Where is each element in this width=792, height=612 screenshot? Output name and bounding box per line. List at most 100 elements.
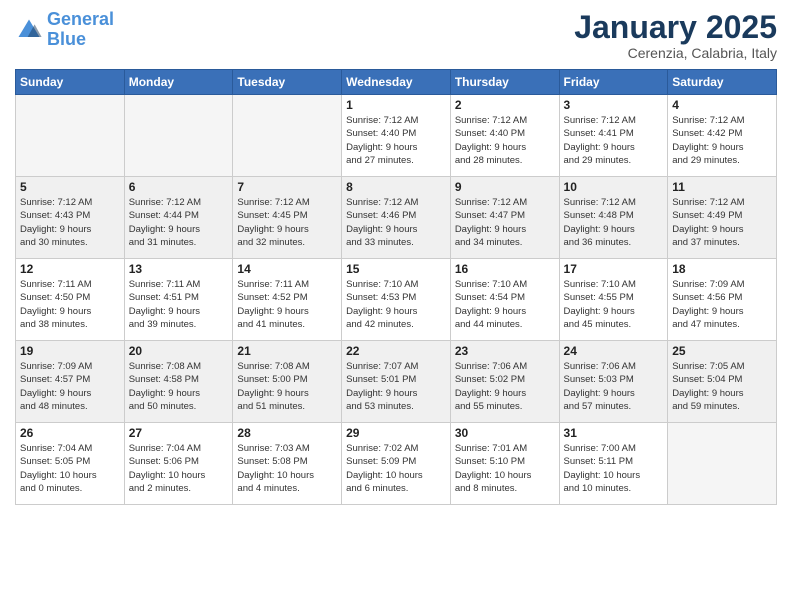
calendar-cell-w1-d3: 8 Sunrise: 7:12 AM Sunset: 4:46 PM Daylig… bbox=[342, 177, 451, 259]
logo-icon bbox=[15, 16, 43, 44]
day-info: Sunrise: 7:08 AM Sunset: 5:00 PM Dayligh… bbox=[237, 360, 337, 413]
day-info: Sunrise: 7:09 AM Sunset: 4:56 PM Dayligh… bbox=[672, 278, 772, 331]
calendar-cell-w4-d5: 31 Sunrise: 7:00 AM Sunset: 5:11 PM Dayli… bbox=[559, 423, 668, 505]
day-info: Sunrise: 7:11 AM Sunset: 4:51 PM Dayligh… bbox=[129, 278, 229, 331]
calendar-cell-w2-d0: 12Sunrise: 7:11 AM Sunset: 4:50 PM Dayli… bbox=[16, 259, 125, 341]
day-info: Sunrise: 7:12 AM Sunset: 4:44 PM Dayligh… bbox=[129, 196, 229, 249]
logo-text: General Blue bbox=[47, 10, 114, 50]
calendar-cell-w3-d4: 23Sunrise: 7:06 AM Sunset: 5:02 PM Dayli… bbox=[450, 341, 559, 423]
header-thursday: Thursday bbox=[450, 70, 559, 95]
calendar-cell-w0-d1 bbox=[124, 95, 233, 177]
calendar-cell-w4-d2: 28 Sunrise: 7:03 AM Sunset: 5:08 PM Dayli… bbox=[233, 423, 342, 505]
day-info: Sunrise: 7:10 AM Sunset: 4:55 PM Dayligh… bbox=[564, 278, 664, 331]
day-number: 20 bbox=[129, 344, 229, 358]
calendar-cell-w2-d1: 13 Sunrise: 7:11 AM Sunset: 4:51 PM Dayli… bbox=[124, 259, 233, 341]
day-info: Sunrise: 7:04 AM Sunset: 5:05 PM Dayligh… bbox=[20, 442, 120, 495]
day-info: Sunrise: 7:09 AM Sunset: 4:57 PM Dayligh… bbox=[20, 360, 120, 413]
calendar-cell-w3-d1: 20Sunrise: 7:08 AM Sunset: 4:58 PM Dayli… bbox=[124, 341, 233, 423]
logo: General Blue bbox=[15, 10, 114, 50]
calendar-cell-w1-d5: 10 Sunrise: 7:12 AM Sunset: 4:48 PM Dayli… bbox=[559, 177, 668, 259]
day-number: 25 bbox=[672, 344, 772, 358]
calendar-cell-w0-d6: 4Sunrise: 7:12 AM Sunset: 4:42 PM Daylig… bbox=[668, 95, 777, 177]
day-info: Sunrise: 7:03 AM Sunset: 5:08 PM Dayligh… bbox=[237, 442, 337, 495]
calendar-cell-w3-d6: 25 Sunrise: 7:05 AM Sunset: 5:04 PM Dayli… bbox=[668, 341, 777, 423]
day-number: 27 bbox=[129, 426, 229, 440]
day-number: 9 bbox=[455, 180, 555, 194]
day-info: Sunrise: 7:11 AM Sunset: 4:52 PM Dayligh… bbox=[237, 278, 337, 331]
calendar-week-1: 5 Sunrise: 7:12 AM Sunset: 4:43 PM Daylig… bbox=[16, 177, 777, 259]
day-number: 24 bbox=[564, 344, 664, 358]
day-number: 11 bbox=[672, 180, 772, 194]
header-monday: Monday bbox=[124, 70, 233, 95]
day-info: Sunrise: 7:12 AM Sunset: 4:40 PM Dayligh… bbox=[455, 114, 555, 167]
day-number: 6 bbox=[129, 180, 229, 194]
day-number: 8 bbox=[346, 180, 446, 194]
header-saturday: Saturday bbox=[668, 70, 777, 95]
day-info: Sunrise: 7:12 AM Sunset: 4:46 PM Dayligh… bbox=[346, 196, 446, 249]
day-info: Sunrise: 7:07 AM Sunset: 5:01 PM Dayligh… bbox=[346, 360, 446, 413]
day-info: Sunrise: 7:10 AM Sunset: 4:54 PM Dayligh… bbox=[455, 278, 555, 331]
calendar-cell-w0-d3: 1 Sunrise: 7:12 AM Sunset: 4:40 PM Daylig… bbox=[342, 95, 451, 177]
day-number: 15 bbox=[346, 262, 446, 276]
day-info: Sunrise: 7:11 AM Sunset: 4:50 PM Dayligh… bbox=[20, 278, 120, 331]
calendar-cell-w2-d4: 16Sunrise: 7:10 AM Sunset: 4:54 PM Dayli… bbox=[450, 259, 559, 341]
calendar-week-4: 26Sunrise: 7:04 AM Sunset: 5:05 PM Dayli… bbox=[16, 423, 777, 505]
calendar-cell-w3-d5: 24 Sunrise: 7:06 AM Sunset: 5:03 PM Dayli… bbox=[559, 341, 668, 423]
day-info: Sunrise: 7:12 AM Sunset: 4:43 PM Dayligh… bbox=[20, 196, 120, 249]
day-info: Sunrise: 7:05 AM Sunset: 5:04 PM Dayligh… bbox=[672, 360, 772, 413]
day-info: Sunrise: 7:12 AM Sunset: 4:48 PM Dayligh… bbox=[564, 196, 664, 249]
day-number: 21 bbox=[237, 344, 337, 358]
day-number: 13 bbox=[129, 262, 229, 276]
calendar-week-0: 1 Sunrise: 7:12 AM Sunset: 4:40 PM Daylig… bbox=[16, 95, 777, 177]
day-number: 19 bbox=[20, 344, 120, 358]
calendar-cell-w4-d3: 29 Sunrise: 7:02 AM Sunset: 5:09 PM Dayli… bbox=[342, 423, 451, 505]
calendar-cell-w2-d2: 14Sunrise: 7:11 AM Sunset: 4:52 PM Dayli… bbox=[233, 259, 342, 341]
day-info: Sunrise: 7:12 AM Sunset: 4:40 PM Dayligh… bbox=[346, 114, 446, 167]
calendar-cell-w2-d3: 15 Sunrise: 7:10 AM Sunset: 4:53 PM Dayli… bbox=[342, 259, 451, 341]
day-number: 1 bbox=[346, 98, 446, 112]
calendar-header-row: Sunday Monday Tuesday Wednesday Thursday… bbox=[16, 70, 777, 95]
calendar-cell-w0-d0 bbox=[16, 95, 125, 177]
day-info: Sunrise: 7:12 AM Sunset: 4:47 PM Dayligh… bbox=[455, 196, 555, 249]
day-number: 28 bbox=[237, 426, 337, 440]
day-number: 10 bbox=[564, 180, 664, 194]
calendar-cell-w4-d0: 26Sunrise: 7:04 AM Sunset: 5:05 PM Dayli… bbox=[16, 423, 125, 505]
main-title: January 2025 bbox=[574, 10, 777, 45]
calendar-cell-w0-d5: 3Sunrise: 7:12 AM Sunset: 4:41 PM Daylig… bbox=[559, 95, 668, 177]
page: General Blue January 2025 Cerenzia, Cala… bbox=[0, 0, 792, 612]
calendar-cell-w1-d4: 9 Sunrise: 7:12 AM Sunset: 4:47 PM Daylig… bbox=[450, 177, 559, 259]
day-info: Sunrise: 7:04 AM Sunset: 5:06 PM Dayligh… bbox=[129, 442, 229, 495]
day-info: Sunrise: 7:02 AM Sunset: 5:09 PM Dayligh… bbox=[346, 442, 446, 495]
day-number: 31 bbox=[564, 426, 664, 440]
logo-line2: Blue bbox=[47, 29, 86, 49]
day-info: Sunrise: 7:12 AM Sunset: 4:42 PM Dayligh… bbox=[672, 114, 772, 167]
day-number: 17 bbox=[564, 262, 664, 276]
calendar-week-3: 19 Sunrise: 7:09 AM Sunset: 4:57 PM Dayli… bbox=[16, 341, 777, 423]
calendar-week-2: 12Sunrise: 7:11 AM Sunset: 4:50 PM Dayli… bbox=[16, 259, 777, 341]
calendar-cell-w1-d0: 5 Sunrise: 7:12 AM Sunset: 4:43 PM Daylig… bbox=[16, 177, 125, 259]
calendar-cell-w4-d1: 27 Sunrise: 7:04 AM Sunset: 5:06 PM Dayli… bbox=[124, 423, 233, 505]
day-info: Sunrise: 7:06 AM Sunset: 5:03 PM Dayligh… bbox=[564, 360, 664, 413]
day-info: Sunrise: 7:12 AM Sunset: 4:49 PM Dayligh… bbox=[672, 196, 772, 249]
calendar-table: Sunday Monday Tuesday Wednesday Thursday… bbox=[15, 69, 777, 505]
header: General Blue January 2025 Cerenzia, Cala… bbox=[15, 10, 777, 61]
calendar-cell-w4-d4: 30Sunrise: 7:01 AM Sunset: 5:10 PM Dayli… bbox=[450, 423, 559, 505]
day-number: 5 bbox=[20, 180, 120, 194]
day-number: 18 bbox=[672, 262, 772, 276]
day-info: Sunrise: 7:06 AM Sunset: 5:02 PM Dayligh… bbox=[455, 360, 555, 413]
calendar-cell-w1-d1: 6 Sunrise: 7:12 AM Sunset: 4:44 PM Daylig… bbox=[124, 177, 233, 259]
calendar-cell-w1-d2: 7Sunrise: 7:12 AM Sunset: 4:45 PM Daylig… bbox=[233, 177, 342, 259]
calendar-cell-w1-d6: 11 Sunrise: 7:12 AM Sunset: 4:49 PM Dayli… bbox=[668, 177, 777, 259]
day-info: Sunrise: 7:10 AM Sunset: 4:53 PM Dayligh… bbox=[346, 278, 446, 331]
day-number: 29 bbox=[346, 426, 446, 440]
header-friday: Friday bbox=[559, 70, 668, 95]
day-info: Sunrise: 7:00 AM Sunset: 5:11 PM Dayligh… bbox=[564, 442, 664, 495]
calendar-cell-w4-d6 bbox=[668, 423, 777, 505]
calendar-cell-w2-d6: 18 Sunrise: 7:09 AM Sunset: 4:56 PM Dayli… bbox=[668, 259, 777, 341]
day-number: 3 bbox=[564, 98, 664, 112]
calendar-cell-w3-d3: 22Sunrise: 7:07 AM Sunset: 5:01 PM Dayli… bbox=[342, 341, 451, 423]
header-tuesday: Tuesday bbox=[233, 70, 342, 95]
logo-line1: General bbox=[47, 9, 114, 29]
day-info: Sunrise: 7:01 AM Sunset: 5:10 PM Dayligh… bbox=[455, 442, 555, 495]
title-block: January 2025 Cerenzia, Calabria, Italy bbox=[574, 10, 777, 61]
